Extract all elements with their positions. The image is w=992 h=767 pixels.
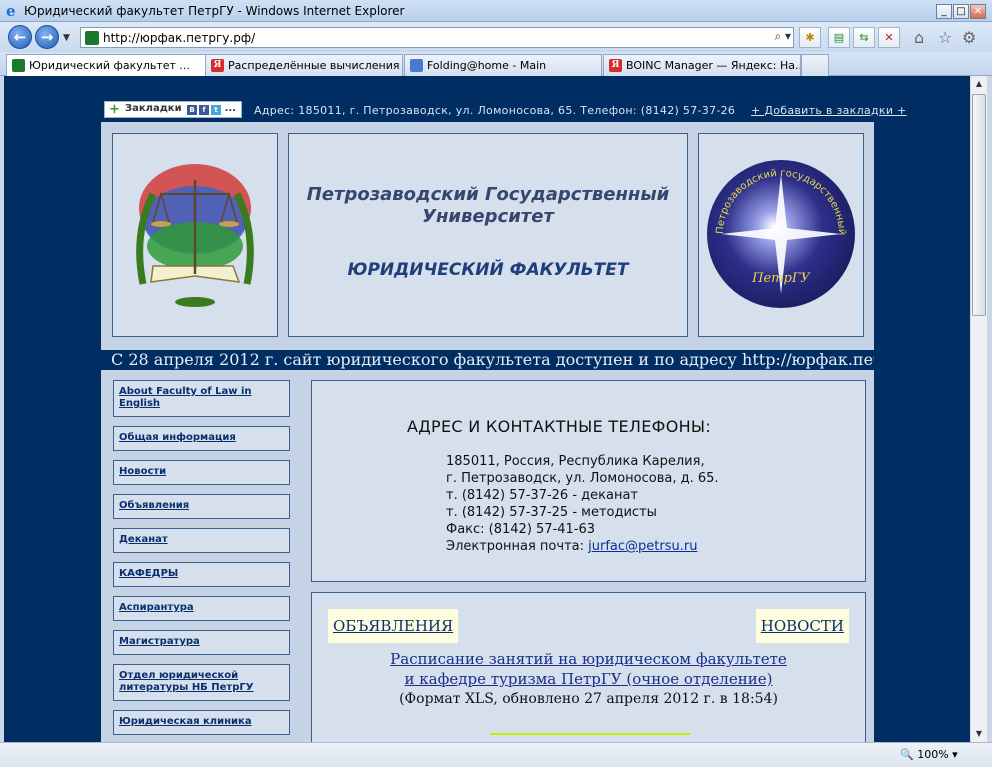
menu-item-law-library[interactable]: Отдел юридической литературы НБ ПетрГУ: [113, 664, 290, 701]
title-bar: e Юридический факультет ПетрГУ - Windows…: [0, 0, 992, 22]
schedule-link-line-1[interactable]: Расписание занятий на юридическом факуль…: [312, 649, 865, 669]
compatibility-view-icon[interactable]: ✱: [799, 27, 821, 48]
back-button[interactable]: ←: [8, 25, 32, 49]
zoom-chevron-down-icon[interactable]: ▾: [952, 748, 958, 761]
site-favicon-icon: [85, 31, 99, 45]
tab-jurfac[interactable]: Юридический факультет ...: [6, 54, 206, 76]
tab-bar: Юридический факультет ... Я Распределённ…: [0, 52, 992, 76]
tab-label: Распределённые вычисления ...: [228, 59, 403, 72]
university-title-box: Петрозаводский Государственный Университ…: [288, 133, 688, 337]
university-name-line-1: Петрозаводский Государственный: [306, 184, 670, 205]
contact-phone-methodists: т. (8142) 57-37-25 - методисты: [446, 505, 657, 520]
bookmarks-label: Закладки: [125, 103, 182, 114]
vertical-scrollbar[interactable]: ▲ ▼: [970, 76, 987, 742]
faculty-name: ЮРИДИЧЕСКИЙ ФАКУЛЬТЕТ: [347, 260, 629, 280]
address-search-icon[interactable]: ⌕ ▾: [774, 29, 791, 44]
navigation-bar: ← → ▼ http://юрфак.петргу.рф/ ⌕ ▾ ✱ ▤ ⇆ …: [0, 22, 992, 52]
recent-pages-chevron-down-icon[interactable]: ▼: [63, 33, 70, 43]
add-bookmark-link[interactable]: + Добавить в закладки +: [751, 104, 907, 117]
email-link[interactable]: jurfac@petrsu.ru: [588, 539, 697, 554]
tab-folding[interactable]: Folding@home - Main: [404, 54, 602, 76]
tab-label: Юридический факультет ...: [29, 59, 190, 72]
zoom-value: 100%: [917, 748, 949, 761]
vkontakte-icon[interactable]: B: [187, 105, 198, 115]
schedule-block: Расписание занятий на юридическом факуль…: [312, 649, 865, 709]
minimize-button[interactable]: _: [936, 4, 952, 19]
tab-label: Folding@home - Main: [427, 59, 547, 72]
address-input[interactable]: http://юрфак.петргу.рф/: [103, 31, 255, 45]
menu-item-english[interactable]: About Faculty of Law in English: [113, 380, 290, 417]
schedule-link-line-2[interactable]: и кафедре туризма ПетрГУ (очное отделени…: [312, 669, 865, 689]
menu-item-departments[interactable]: КАФЕДРЫ: [113, 562, 290, 587]
new-tab-button[interactable]: [801, 54, 829, 76]
page-icon: [410, 59, 423, 72]
tab-boinc[interactable]: Я BOINC Manager — Яндекс: На...: [603, 54, 801, 76]
rss-feed-icon[interactable]: ▤: [828, 27, 850, 48]
tools-gear-icon[interactable]: ⚙: [962, 28, 976, 47]
news-box: ОБЪЯВЛЕНИЯ НОВОСТИ Расписание занятий на…: [311, 592, 866, 742]
contact-address-1: 185011, Россия, Республика Карелия,: [446, 454, 705, 469]
menu-item-deanery[interactable]: Деканат: [113, 528, 290, 553]
twitter-icon[interactable]: t: [211, 105, 222, 115]
forward-button[interactable]: →: [35, 25, 59, 49]
divider: [490, 733, 690, 735]
bookmarks-widget[interactable]: + Закладки Bft ...: [104, 101, 242, 118]
stop-icon[interactable]: ✕: [878, 27, 900, 48]
menu-item-announcements[interactable]: Объявления: [113, 494, 290, 519]
tab-distributed[interactable]: Я Распределённые вычисления ...: [205, 54, 403, 76]
maximize-button[interactable]: □: [953, 4, 969, 19]
scroll-thumb[interactable]: [972, 94, 986, 316]
page-viewport: + Закладки Bft ... Адрес: 185011, г. Пет…: [4, 76, 970, 742]
home-icon[interactable]: ⌂: [914, 28, 924, 47]
refresh-icon[interactable]: ⇆: [853, 27, 875, 48]
contacts-box: АДРЕС И КОНТАКТНЫЕ ТЕЛЕФОНЫ: 185011, Рос…: [311, 380, 866, 582]
petrsu-seal-icon: Петрозаводский государственный университ…: [696, 126, 855, 308]
seal-brand: ПетрГУ: [751, 271, 811, 286]
tab-label: BOINC Manager — Яндекс: На...: [626, 59, 801, 72]
email-label: Электронная почта:: [446, 539, 584, 554]
status-bar: 🔍 100% ▾: [0, 742, 992, 767]
menu-item-legal-clinic[interactable]: Юридическая клиника: [113, 710, 290, 735]
site-icon: [12, 59, 25, 72]
contact-email-row: Электронная почта: jurfac@petrsu.ru: [446, 538, 719, 555]
faculty-emblem-icon: [136, 164, 254, 307]
contacts-title: АДРЕС И КОНТАКТНЫЕ ТЕЛЕФОНЫ:: [407, 417, 712, 436]
site-header: Петрозаводский Государственный Университ…: [101, 122, 874, 350]
announcements-tab[interactable]: ОБЪЯВЛЕНИЯ: [328, 609, 459, 643]
plus-icon: +: [109, 102, 120, 117]
menu-item-postgraduate[interactable]: Аспирантура: [113, 596, 290, 621]
favorites-star-icon[interactable]: ☆: [938, 28, 952, 47]
menu-item-news[interactable]: Новости: [113, 460, 290, 485]
ie-logo-icon: e: [6, 2, 16, 20]
menu-item-general[interactable]: Общая информация: [113, 426, 290, 451]
close-window-button[interactable]: ✕: [970, 4, 986, 19]
scroll-down-icon[interactable]: ▼: [971, 726, 987, 742]
faculty-logo: [112, 133, 278, 337]
schedule-format: (Формат XLS, обновлено 27 апреля 2012 г.…: [399, 691, 778, 707]
contact-fax: Факс: (8142) 57-41-63: [446, 522, 596, 537]
university-name-line-2: Университет: [422, 206, 554, 227]
zoom-icon: 🔍: [900, 748, 914, 761]
university-name: Петрозаводский Государственный Университ…: [289, 184, 687, 228]
yandex-icon: Я: [609, 59, 622, 72]
main-area: About Faculty of Law in English Общая ин…: [101, 370, 874, 742]
contact-phone-deanery: т. (8142) 57-37-26 - деканат: [446, 488, 639, 503]
zoom-level[interactable]: 🔍 100% ▾: [900, 748, 958, 761]
university-seal: Петрозаводский государственный университ…: [696, 126, 864, 337]
yandex-icon: Я: [211, 59, 224, 72]
contacts-details: 185011, Россия, Республика Карелия, г. П…: [446, 453, 719, 555]
contact-address-2: г. Петрозаводск, ул. Ломоносова, д. 65.: [446, 471, 719, 486]
address-bar[interactable]: http://юрфак.петргу.рф/ ⌕ ▾: [80, 27, 794, 48]
scroll-up-icon[interactable]: ▲: [971, 76, 987, 92]
facebook-icon[interactable]: f: [199, 105, 210, 115]
window-title: Юридический факультет ПетрГУ - Windows I…: [24, 4, 405, 18]
bookmarks-more[interactable]: ...: [225, 103, 236, 114]
news-tab[interactable]: НОВОСТИ: [755, 609, 849, 643]
menu-item-masters[interactable]: Магистратура: [113, 630, 290, 655]
announcement-ticker: С 28 апреля 2012 г. сайт юридического фа…: [101, 350, 874, 370]
header-address-text: Адрес: 185011, г. Петрозаводск, ул. Ломо…: [254, 104, 736, 117]
header-address: Адрес: 185011, г. Петрозаводск, ул. Ломо…: [254, 104, 907, 117]
